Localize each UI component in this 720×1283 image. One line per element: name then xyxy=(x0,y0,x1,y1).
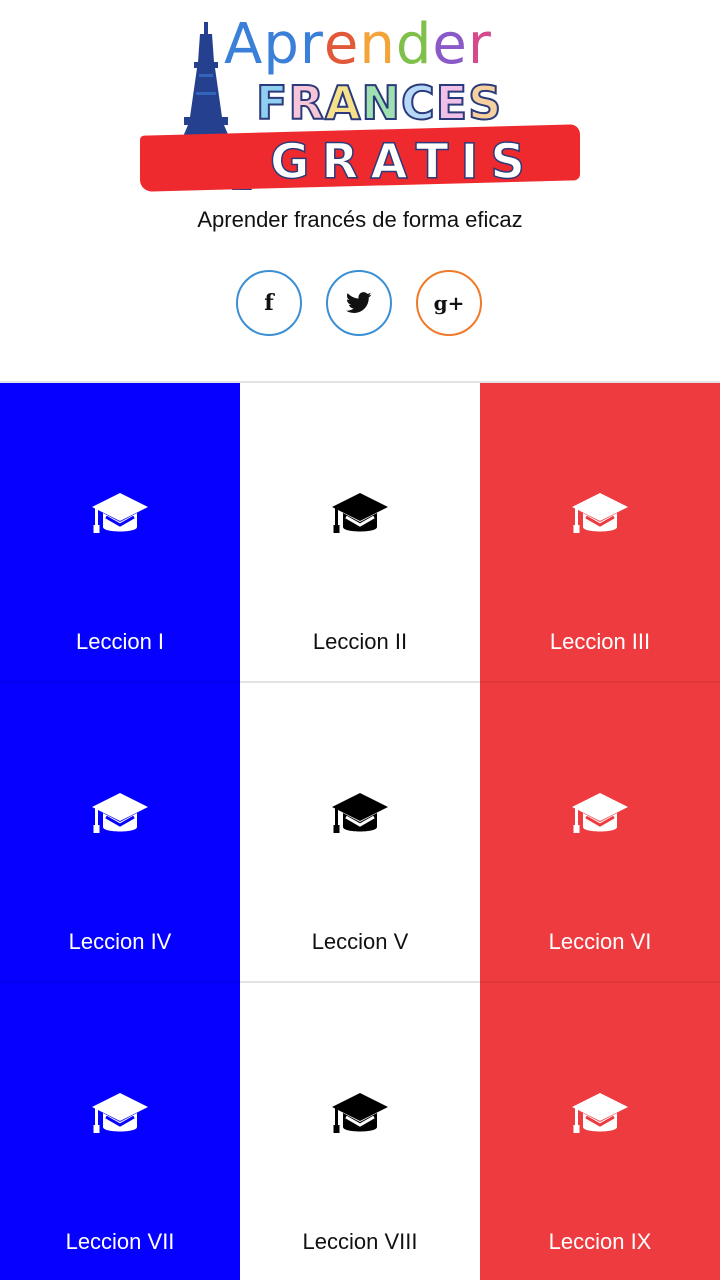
logo-letter: e xyxy=(323,12,360,77)
logo-letter: E xyxy=(435,75,469,131)
lesson-label: Leccion V xyxy=(311,929,409,954)
lesson-card[interactable]: Leccion IX xyxy=(480,983,720,1283)
facebook-icon: f xyxy=(264,290,274,316)
graduation-cap-icon xyxy=(332,493,388,533)
logo-letter: e xyxy=(432,12,468,77)
graduation-cap-icon xyxy=(332,1093,388,1133)
logo-letter: R xyxy=(287,75,325,131)
lesson-label: Leccion VIII xyxy=(302,1229,418,1254)
graduation-cap-icon xyxy=(572,493,628,533)
app-logo: Aprender FRANCES GRATIS xyxy=(138,12,583,193)
logo-letter: F xyxy=(255,75,289,131)
graduation-cap-icon xyxy=(572,1093,628,1133)
lesson-label: Leccion II xyxy=(312,629,408,654)
graduation-cap-icon xyxy=(332,793,388,833)
lesson-label: Leccion III xyxy=(549,629,651,654)
header: Aprender FRANCES GRATIS Aprender francés… xyxy=(0,0,720,381)
lesson-label: Leccion VI xyxy=(548,929,652,954)
lesson-card[interactable]: Leccion II xyxy=(240,383,480,683)
graduation-cap-icon xyxy=(92,493,148,533)
twitter-button[interactable] xyxy=(326,270,392,336)
social-links: f g+ xyxy=(0,270,720,340)
facebook-button[interactable]: f xyxy=(236,270,302,336)
logo-letter: C xyxy=(400,75,436,131)
logo-letter: A xyxy=(224,12,264,77)
lesson-card[interactable]: Leccion VIII xyxy=(240,983,480,1283)
lessons-grid: Leccion I Leccion II Leccion III Leccion IV… xyxy=(0,381,720,1280)
tagline: Aprender francés de forma eficaz xyxy=(197,207,523,232)
logo-letter: p xyxy=(263,12,300,77)
logo-letter: r xyxy=(299,12,324,77)
lesson-card[interactable]: Leccion VI xyxy=(480,683,720,983)
logo-letter: S xyxy=(467,75,503,131)
logo-letter: n xyxy=(359,12,396,77)
lesson-label: Leccion I xyxy=(75,629,165,654)
logo-line1: Aprender xyxy=(224,12,492,77)
graduation-cap-icon xyxy=(92,793,148,833)
logo-letter: A xyxy=(324,75,362,131)
google-plus-icon: g+ xyxy=(433,291,465,315)
logo-letter: r xyxy=(467,12,492,77)
google-plus-button[interactable]: g+ xyxy=(416,270,482,336)
lesson-card[interactable]: Leccion VII xyxy=(0,983,240,1283)
lesson-label: Leccion VII xyxy=(65,1229,175,1254)
logo-letter: N xyxy=(360,75,401,131)
lesson-card[interactable]: Leccion III xyxy=(480,383,720,683)
lesson-card[interactable]: Leccion V xyxy=(240,683,480,983)
lesson-card[interactable]: Leccion I xyxy=(0,383,240,683)
graduation-cap-icon xyxy=(572,793,628,833)
logo-line2: FRANCES xyxy=(255,75,503,131)
logo-letter: d xyxy=(395,12,433,77)
lesson-label: Leccion IV xyxy=(68,929,172,954)
logo-line3: GRATIS xyxy=(269,133,537,191)
lesson-label: Leccion IX xyxy=(548,1229,652,1254)
graduation-cap-icon xyxy=(92,1093,148,1133)
twitter-icon xyxy=(346,292,372,313)
lesson-card[interactable]: Leccion IV xyxy=(0,683,240,983)
